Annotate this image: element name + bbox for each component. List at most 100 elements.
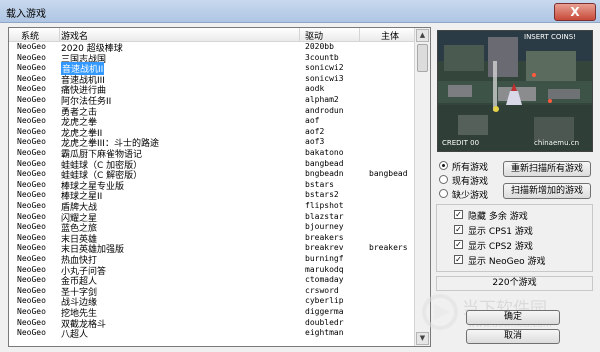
cell-system: NeoGeo: [17, 190, 46, 200]
checkbox-label: 显示 NeoGeo 游戏: [468, 257, 546, 267]
radio-label: 缺少游戏: [452, 191, 489, 201]
cell-driver: aof2: [305, 126, 325, 136]
close-icon: X: [570, 5, 580, 19]
column-header-parent[interactable]: 主体: [381, 29, 399, 42]
cell-system: NeoGeo: [17, 148, 46, 157]
checkbox-label: 显示 CPS1 游戏: [468, 227, 533, 237]
cell-system: NeoGeo: [17, 285, 46, 295]
checkbox-box[interactable]: ✓: [454, 255, 463, 264]
cell-system: NeoGeo: [17, 201, 46, 210]
column-divider[interactable]: [359, 28, 360, 41]
radio-label: 现有游戏: [452, 177, 489, 187]
checkbox-box[interactable]: ✓: [454, 240, 463, 249]
preview-credit-text: CREDIT 00: [442, 139, 480, 147]
list-header: 系统 游戏名 驱动 主体: [9, 28, 415, 42]
preview-screenshot: [438, 31, 592, 151]
cell-driver: bngbeadn: [305, 169, 344, 179]
preview-site-text: chinaemu.cn: [534, 139, 580, 147]
checkbox-label: 隐藏 多余 游戏: [468, 212, 528, 222]
cell-driver: aof: [305, 116, 320, 126]
cell-driver: bstars: [305, 179, 334, 189]
cancel-button[interactable]: 取消: [466, 329, 560, 344]
cell-driver: bstars2: [305, 190, 339, 200]
ok-button[interactable]: 确定: [466, 310, 560, 325]
cell-system: NeoGeo: [17, 179, 46, 189]
window-title: 载入游戏: [6, 9, 46, 20]
cell-system: NeoGeo: [17, 317, 46, 327]
radio-indicator[interactable]: [439, 175, 448, 184]
preview-hud-text: INSERT COINS!: [524, 33, 576, 41]
title-bar: 载入游戏 X: [0, 0, 600, 23]
cell-driver: cyberlip: [305, 296, 344, 306]
cell-system: NeoGeo: [17, 105, 46, 115]
cell-system: NeoGeo: [17, 264, 46, 274]
cell-driver: alpham2: [305, 95, 339, 104]
game-list[interactable]: 系统 游戏名 驱动 主体 NeoGeo 2020 超级棒球 2020bb NeoGeo…: [8, 27, 431, 347]
column-header-driver[interactable]: 驱动: [305, 29, 323, 42]
cell-system: NeoGeo: [17, 275, 46, 285]
cell-system: NeoGeo: [17, 328, 46, 338]
column-divider[interactable]: [59, 28, 60, 41]
cell-system: NeoGeo: [17, 222, 46, 232]
cell-system: NeoGeo: [17, 254, 46, 263]
cell-parent: bangbead: [369, 169, 408, 179]
cell-system: NeoGeo: [17, 95, 46, 104]
cell-system: NeoGeo: [17, 73, 46, 83]
cell-driver: diggerma: [305, 307, 344, 316]
cell-system: NeoGeo: [17, 126, 46, 136]
cell-driver: bakatono: [305, 148, 344, 157]
column-header-system[interactable]: 系统: [21, 29, 39, 42]
cell-driver: flipshot: [305, 201, 344, 210]
filter-options: 所有游戏 现有游戏 缺少游戏 重新扫描所有游戏 扫描新增加的游戏: [437, 158, 591, 206]
rescan-all-button[interactable]: 重新扫描所有游戏: [503, 161, 591, 177]
checkbox-label: 显示 CPS2 游戏: [468, 242, 533, 252]
cell-system: NeoGeo: [17, 137, 46, 147]
column-divider[interactable]: [299, 28, 300, 41]
cell-driver: aof3: [305, 137, 325, 147]
cell-system: NeoGeo: [17, 84, 46, 94]
cell-system: NeoGeo: [17, 232, 46, 242]
scroll-up-icon[interactable]: ▲: [416, 29, 429, 42]
table-row[interactable]: NeoGeo 八超人 eightman: [9, 328, 414, 341]
checkbox-box[interactable]: ✓: [454, 225, 463, 234]
cell-driver: breakrev: [305, 243, 344, 253]
radio-indicator[interactable]: [439, 161, 448, 170]
cell-system: NeoGeo: [17, 52, 46, 62]
cell-driver: ctomaday: [305, 275, 344, 285]
cell-driver: 3countb: [305, 52, 339, 62]
radio-label: 所有游戏: [452, 163, 489, 173]
cell-system: NeoGeo: [17, 211, 46, 221]
cell-system: NeoGeo: [17, 307, 46, 316]
scan-new-button[interactable]: 扫描新增加的游戏: [503, 183, 591, 199]
cell-driver: doubledr: [305, 317, 344, 327]
cell-driver: bjourney: [305, 222, 344, 232]
cell-driver: burningf: [305, 254, 344, 263]
display-options-group: ✓ 隐藏 多余 游戏 ✓ 显示 CPS1 游戏 ✓ 显示 CPS2 游戏 ✓ 显…: [436, 204, 593, 272]
cell-system: NeoGeo: [17, 169, 46, 179]
radio-indicator[interactable]: [439, 189, 448, 198]
cell-system: NeoGeo: [17, 42, 46, 51]
cell-driver: marukodq: [305, 264, 344, 274]
checkbox-box[interactable]: ✓: [454, 210, 463, 219]
cell-driver: blazstar: [305, 211, 344, 221]
cell-driver: aodk: [305, 84, 325, 94]
cell-driver: androdun: [305, 105, 344, 115]
cell-system: NeoGeo: [17, 158, 46, 168]
cell-system: NeoGeo: [17, 243, 46, 253]
cell-parent: breakers: [369, 243, 408, 253]
cell-system: NeoGeo: [17, 116, 46, 126]
cell-driver: crsword: [305, 285, 339, 295]
scroll-thumb[interactable]: [417, 44, 428, 72]
cell-driver: breakers: [305, 232, 344, 242]
cell-system: NeoGeo: [17, 63, 46, 73]
cell-driver: eightman: [305, 328, 344, 338]
close-button[interactable]: X: [554, 3, 596, 21]
cell-name: 八超人: [61, 330, 89, 341]
cell-driver: 2020bb: [305, 42, 334, 51]
cell-driver: sonicwi3: [305, 73, 344, 83]
load-game-dialog: 载入游戏 X 系统 游戏名 驱动 主体 NeoGeo 2020 超级棒球 2020b…: [0, 0, 600, 352]
cell-driver: sonicwi2: [305, 63, 344, 73]
cell-system: NeoGeo: [17, 296, 46, 306]
game-preview-image: INSERT COINS! CREDIT 00 chinaemu.cn: [437, 30, 593, 152]
cell-driver: bangbead: [305, 158, 344, 168]
